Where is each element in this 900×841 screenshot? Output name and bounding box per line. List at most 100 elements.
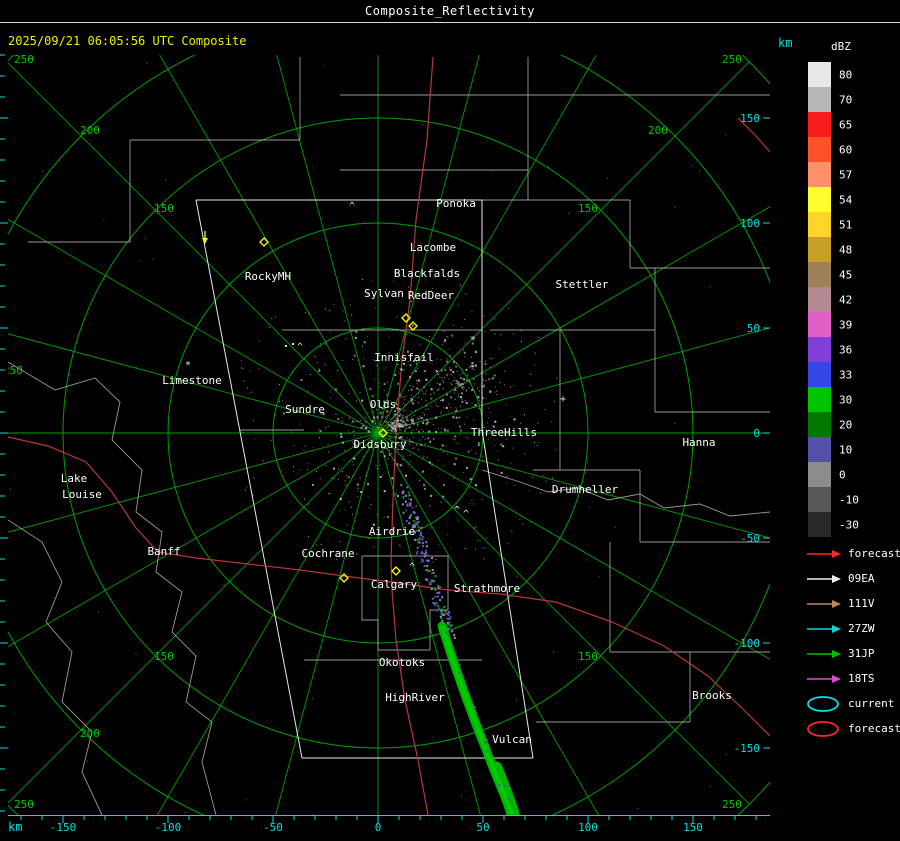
city-label: RedDeer (408, 289, 455, 302)
city-label: Olds (370, 398, 397, 411)
map-asterisk-symbol: * (470, 335, 476, 346)
range-label: 200 (80, 124, 100, 137)
map-caret-symbol: ^ (454, 505, 460, 516)
arrow-icon (807, 574, 841, 583)
dbz-scale-row: 36 (808, 337, 900, 362)
dbz-scale-row: 10 (808, 437, 900, 462)
range-label: 200 (648, 124, 668, 137)
dbz-scale-row: 70 (808, 87, 900, 112)
legend-label: 111V (848, 597, 875, 610)
city-label: Airdrie (369, 525, 415, 538)
scale-title: dBZ (831, 40, 851, 53)
dbz-value-label: 51 (839, 218, 853, 231)
dbz-value-label: 60 (839, 143, 853, 156)
dbz-swatch (808, 237, 831, 262)
dbz-value-label: 80 (839, 68, 853, 81)
legend-label: forecast (848, 547, 900, 560)
arrow-icon (807, 674, 841, 683)
legend-arrow-row: 27ZW (805, 616, 900, 641)
dbz-value-label: 20 (839, 418, 853, 431)
dbz-value-label: 36 (839, 343, 853, 356)
dbz-swatch (808, 187, 831, 212)
dbz-value-label: 30 (839, 393, 853, 406)
city-label: Limestone (162, 374, 222, 387)
city-label: ThreeHills (471, 426, 537, 439)
dbz-swatch (808, 87, 831, 112)
x-axis-label: 50 (476, 821, 489, 834)
legend-arrow-row: 09EA (805, 566, 900, 591)
dbz-value-label: 42 (839, 293, 853, 306)
range-label: 150 (154, 202, 174, 215)
arrow-icon (807, 624, 841, 633)
dbz-value-label: 57 (839, 168, 853, 181)
dbz-swatch (808, 162, 831, 187)
city-label: Hanna (682, 436, 715, 449)
dbz-scale-row: 33 (808, 362, 900, 387)
map-caret-symbol: ^ (297, 342, 303, 353)
legend-arrow-row: 18TS (805, 666, 900, 691)
horizontal-axis-unit-label: km (8, 820, 23, 834)
x-axis-label: -100 (155, 821, 182, 834)
city-label: Sylvan (364, 287, 404, 300)
dbz-value-label: 0 (839, 468, 846, 481)
city-label: Strathmore (454, 582, 520, 595)
dbz-value-label: 70 (839, 93, 853, 106)
dbz-swatch (808, 262, 831, 287)
range-label: 250 (722, 53, 742, 66)
dbz-swatch (808, 412, 831, 437)
map-caret-symbol: ^ (349, 201, 355, 212)
dbz-color-scale: 80 70 65 60 57 54 51 48 45 42 39 36 33 30 20 10 0 -10 -30 (808, 62, 900, 537)
city-label: Blackfalds (394, 267, 460, 280)
city-label: Lake (61, 472, 88, 485)
dbz-scale-row: 80 (808, 62, 900, 87)
dbz-scale-row: 20 (808, 412, 900, 437)
city-label: Sundre (285, 403, 325, 416)
dbz-scale-row: 0 (808, 462, 900, 487)
range-label: 150 (578, 202, 598, 215)
legend-label: 31JP (848, 647, 875, 660)
y-axis-label: -50 (740, 532, 760, 545)
dbz-scale-row: -10 (808, 487, 900, 512)
range-label: 250 (14, 798, 34, 811)
map-dot-symbol (292, 343, 294, 345)
x-axis-label: -50 (263, 821, 283, 834)
map-caret-symbol: ^ (409, 562, 415, 573)
dbz-swatch (808, 112, 831, 137)
x-axis-label: -150 (50, 821, 77, 834)
dbz-swatch (808, 462, 831, 487)
dbz-scale-row: 60 (808, 137, 900, 162)
legend-ellipse-row: current (805, 691, 900, 716)
radar-map: 250 200 150 250 200 150 250 150 200 250 150 250 Pono… (0, 53, 770, 834)
dbz-swatch (808, 212, 831, 237)
dbz-swatch (808, 387, 831, 412)
legend-arrow-row: 111V (805, 591, 900, 616)
x-axis-label: 150 (683, 821, 703, 834)
y-axis-label: 0 (753, 427, 760, 440)
y-axis-label: -150 (734, 742, 761, 755)
legend-label: 27ZW (848, 622, 875, 635)
dbz-scale-row: 48 (808, 237, 900, 262)
dbz-value-label: 65 (839, 118, 853, 131)
dbz-value-label: 10 (839, 443, 853, 456)
map-area: 250 200 150 250 200 150 250 150 200 250 150 250 Pono… (3, 53, 770, 815)
map-caret-symbol: ^ (463, 509, 469, 520)
legend-label: 09EA (848, 572, 875, 585)
polar-grid (8, 55, 770, 815)
city-label: Vulcan (492, 733, 532, 746)
dbz-scale-row: 57 (808, 162, 900, 187)
map-dot-symbol (285, 345, 287, 347)
city-label: Okotoks (379, 656, 425, 669)
range-label: 250 (3, 364, 23, 377)
city-label: Lacombe (410, 241, 456, 254)
dbz-scale-row: 65 (808, 112, 900, 137)
y-axis-label: 150 (740, 112, 760, 125)
dbz-swatch (808, 137, 831, 162)
x-axis-label: 0 (375, 821, 382, 834)
arrow-icon (807, 549, 841, 558)
legend-label: 18TS (848, 672, 875, 685)
radar-viewer-window: Composite_Reflectivity 2025/09/21 06:05:… (0, 0, 900, 841)
map-plus-symbol: + (560, 394, 566, 405)
arrow-icon (807, 599, 841, 608)
arrow-icon (807, 649, 841, 658)
radar-site-diamond-icon (259, 237, 269, 247)
